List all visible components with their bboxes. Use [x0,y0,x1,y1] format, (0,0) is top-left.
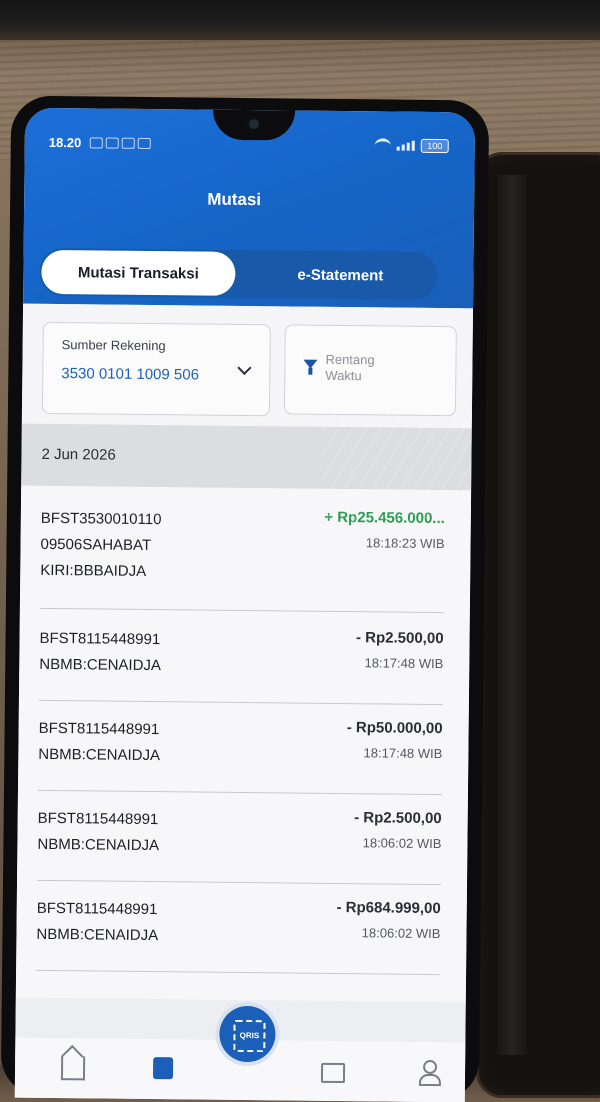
notification-icon [89,136,103,148]
transaction-time: 18:17:48 WIB [364,655,444,672]
transaction-time: 18:17:48 WIB [363,745,443,762]
tab-mutasi-transaksi[interactable]: Mutasi Transaksi [41,249,236,296]
tab-bar: Mutasi Transaksi e-Statement [39,247,438,300]
transaction-row[interactable]: BFST3530010110 09506SAHABAT KIRI:BBBAIDJ… [39,505,445,614]
account-label: Sumber Rekening [61,337,166,354]
transaction-description: BFST8115448991 NBMB:CENAIDJA [38,719,161,765]
date-range-label: Rentang Waktu [325,351,375,384]
transaction-row[interactable]: BFST8115448991 NBMB:CENAIDJA - Rp2.500,0… [37,805,442,886]
transaction-description: BFST8115448991 NBMB:CENAIDJA [36,899,159,945]
header-banner: 18.20 100 Mutasi Mutasi Transaksi e-Stat… [23,107,476,309]
phone-screen: 18.20 100 Mutasi Mutasi Transaksi e-Stat… [14,107,476,1102]
phone-body: 18.20 100 Mutasi Mutasi Transaksi e-Stat… [0,95,490,1102]
second-phone-glare [497,175,527,1055]
notification-icon [137,137,151,149]
transaction-description: BFST3530010110 09506SAHABAT KIRI:BBBAIDJ… [40,509,162,580]
filter-icon [303,359,318,369]
desk-background [0,0,600,40]
transaction-time: 18:06:02 WIB [361,925,441,942]
date-group-label: 2 Jun 2026 [41,445,116,464]
bottom-navigation: QRIS [14,997,466,1102]
wifi-icon [374,137,391,154]
transaction-amount: + Rp25.456.000... [324,508,445,528]
account-selector[interactable]: Sumber Rekening 3530 0101 1009 506 [41,321,271,417]
transaction-amount: - Rp2.500,00 [354,809,442,828]
battery-icon: 100 [420,138,449,154]
camera-icon [245,115,263,133]
chevron-down-icon [237,360,252,376]
transaction-amount: - Rp50.000,00 [346,719,443,738]
transaction-list: BFST3530010110 09506SAHABAT KIRI:BBBAIDJ… [15,485,472,1003]
signal-icon [396,140,415,151]
date-group-header: 2 Jun 2026 [21,423,472,491]
transaction-time: 18:06:02 WIB [362,835,442,852]
notification-icons [89,136,151,149]
notification-icon [105,137,119,149]
mutasi-icon[interactable] [152,1057,174,1080]
transaction-time: 18:18:23 WIB [365,535,445,552]
account-number: 3530 0101 1009 506 [61,365,200,384]
transaction-row[interactable]: BFST8115448991 NBMB:CENAIDJA - Rp50.000,… [37,715,443,796]
transaction-amount: - Rp2.500,00 [355,629,444,648]
tab-e-statement[interactable]: e-Statement [245,252,435,298]
home-icon[interactable] [60,1056,86,1081]
second-phone [476,152,600,1098]
filter-area: Sumber Rekening 3530 0101 1009 506 Renta… [21,303,474,429]
notification-icon [121,137,135,149]
transaction-description: BFST8115448991 NBMB:CENAIDJA [39,629,162,675]
transaction-row[interactable]: BFST8115448991 NBMB:CENAIDJA - Rp684.999… [36,895,441,976]
date-range-filter[interactable]: Rentang Waktu [283,324,457,417]
qris-button[interactable]: QRIS [219,1005,276,1063]
status-right: 100 [374,137,449,154]
transaction-description: BFST8115448991 NBMB:CENAIDJA [37,809,160,855]
status-time: 18.20 [48,134,82,150]
qris-icon: QRIS [233,1019,266,1053]
transaction-amount: - Rp684.999,00 [336,898,441,918]
page-title: Mutasi [207,189,262,210]
profile-icon[interactable] [419,1060,439,1082]
transaction-row[interactable]: BFST8115448991 NBMB:CENAIDJA - Rp2.500,0… [38,625,444,706]
